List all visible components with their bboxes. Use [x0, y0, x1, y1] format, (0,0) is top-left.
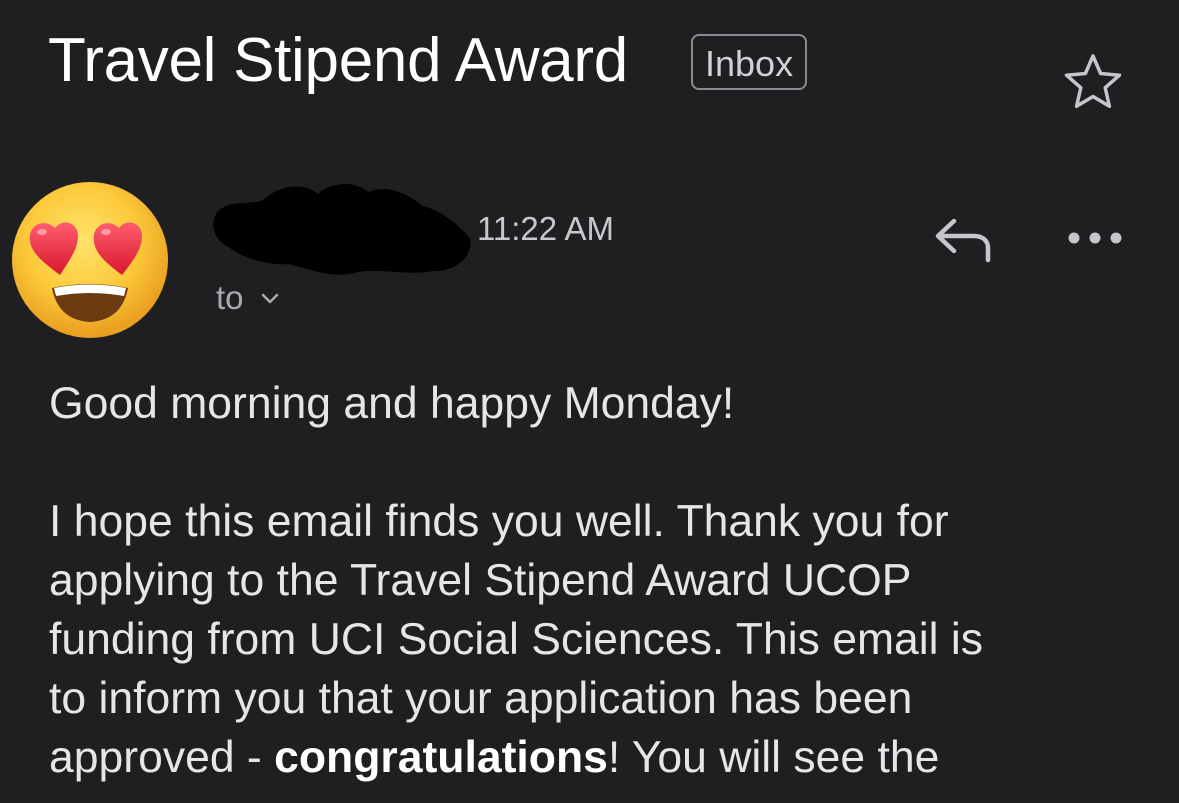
sender-avatar[interactable] [10, 180, 170, 340]
subject-header: Travel Stipend Award Inbox [48, 22, 1139, 109]
body-line: funding from UCI Social Sciences. This e… [49, 615, 984, 664]
star-icon[interactable] [1061, 50, 1125, 114]
body-text-segment: approved - [49, 733, 275, 782]
email-time: 11:22 AM [477, 210, 614, 247]
email-subject: Travel Stipend Award [48, 26, 628, 95]
heart-eyes-emoji-icon [12, 182, 168, 338]
email-greeting: Good morning and happy Monday! [49, 379, 735, 428]
to-label: to [216, 279, 244, 316]
chevron-down-icon[interactable] [258, 286, 282, 310]
body-text-segment: ! You will see the [607, 733, 940, 782]
body-line: to inform you that your application has … [49, 674, 913, 723]
body-line: applying to the Travel Stipend Award UCO… [49, 556, 912, 605]
body-line: approved - congratulations! You will see… [49, 728, 1159, 787]
email-body: Good morning and happy Monday! I hope th… [49, 374, 1159, 787]
more-options-icon[interactable] [1062, 216, 1128, 260]
body-line: I hope this email finds you well. Thank … [49, 497, 949, 546]
reply-icon[interactable] [930, 210, 994, 270]
redacted-sender-name [208, 176, 478, 281]
recipients-toggle[interactable]: to [216, 276, 282, 320]
email-screen: Travel Stipend Award Inbox 11:22 AM to G… [0, 0, 1179, 803]
congratulations-text: congratulations [274, 733, 608, 782]
inbox-label-chip[interactable]: Inbox [691, 34, 808, 90]
